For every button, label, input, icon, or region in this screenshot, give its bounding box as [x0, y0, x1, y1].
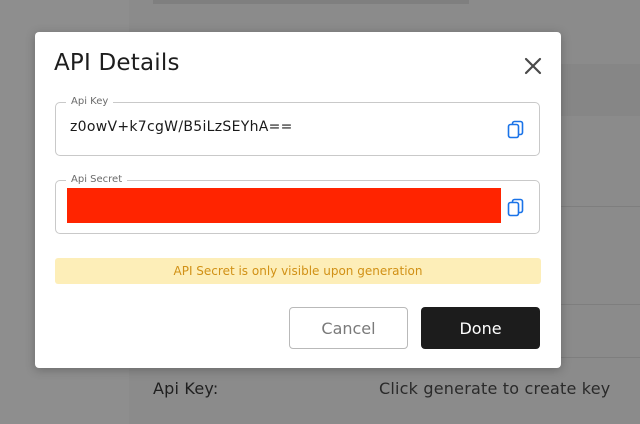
secret-visibility-notice: API Secret is only visible upon generati…: [55, 258, 541, 284]
close-icon[interactable]: [521, 54, 545, 78]
cancel-button[interactable]: Cancel: [289, 307, 408, 349]
api-secret-redaction: [67, 188, 501, 223]
background-api-key-value: Click generate to create key: [379, 379, 611, 398]
copy-icon[interactable]: [507, 198, 525, 218]
modal-title: API Details: [54, 50, 180, 76]
api-secret-field[interactable]: Api Secret: [55, 174, 540, 234]
api-key-value[interactable]: z0owV+k7cgW/B5iLzSEYhA==: [70, 119, 293, 135]
api-details-modal: API Details Api Key z0owV+k7cgW/B5iLzSEY…: [35, 32, 561, 368]
background-api-key-label: Api Key:: [153, 379, 219, 398]
api-secret-legend: Api Secret: [66, 174, 128, 186]
done-button[interactable]: Done: [421, 307, 540, 349]
background-top-sliver: [153, 0, 469, 4]
api-key-legend: Api Key: [66, 96, 114, 108]
api-key-field[interactable]: Api Key z0owV+k7cgW/B5iLzSEYhA==: [55, 96, 540, 156]
copy-icon[interactable]: [507, 120, 525, 140]
